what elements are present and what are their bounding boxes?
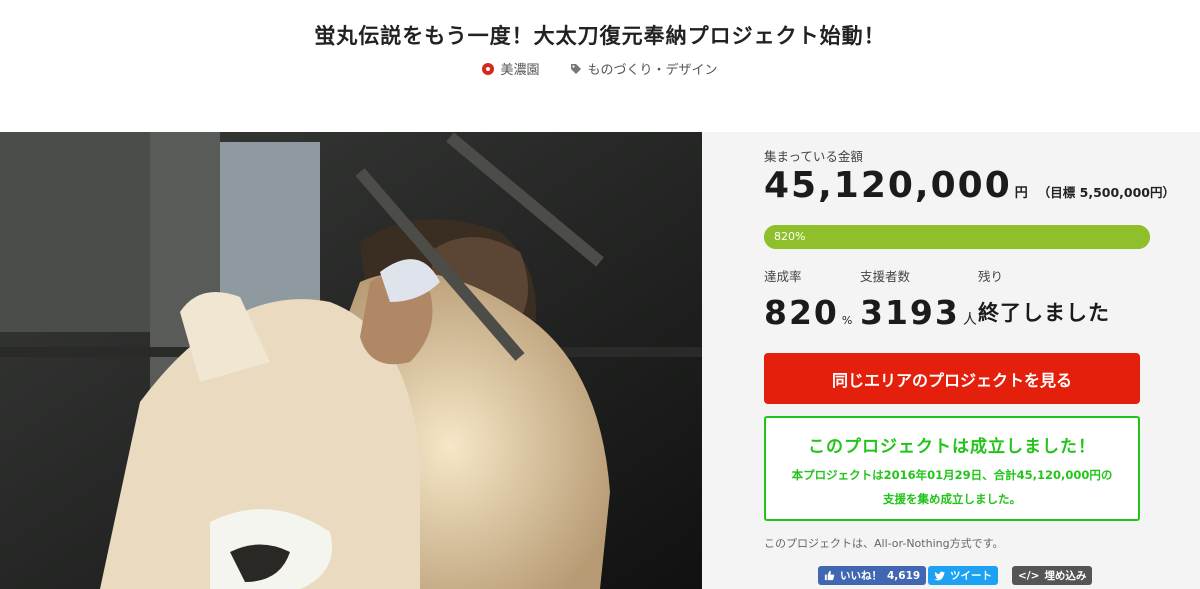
same-area-projects-button[interactable]: 同じエリアのプロジェクトを見る xyxy=(764,353,1140,404)
progress-fill xyxy=(764,225,1150,249)
backers-value: 3193 xyxy=(860,293,960,332)
progress-label: 820% xyxy=(774,230,806,243)
success-message-box: このプロジェクトは成立しました！ 本プロジェクトは2016年01月29日、合計4… xyxy=(764,416,1140,521)
success-line-1: 本プロジェクトは2016年01月29日、合計45,120,000円の xyxy=(791,468,1113,482)
time-remaining: 残り 終了しました xyxy=(978,266,1110,327)
amount-value: 45,120,000 xyxy=(764,165,1012,206)
embed-button[interactable]: </> 埋め込み xyxy=(1012,566,1093,585)
embed-label: 埋め込み xyxy=(1044,570,1087,582)
backers-unit: 人 xyxy=(962,312,977,328)
category-text: ものづくり・デザイン xyxy=(587,63,718,78)
achievement-rate: 達成率 820 % xyxy=(764,266,852,332)
project-title: 蛍丸伝説をもう一度！大太刀復元奉納プロジェクト始動！ xyxy=(314,24,886,48)
category-link[interactable]: ものづくり・デザイン xyxy=(570,59,718,78)
success-title: このプロジェクトは成立しました！ xyxy=(808,437,1096,457)
project-header: 蛍丸伝説をもう一度！大太刀復元奉納プロジェクト始動！ 美濃園 ものづくり・デザイ… xyxy=(0,0,1200,132)
rate-unit: % xyxy=(841,314,853,327)
facebook-like-button[interactable]: いいね！ 4,619 xyxy=(818,566,927,585)
project-hero-image xyxy=(0,132,702,589)
remaining-label: 残り xyxy=(978,269,1004,284)
tag-icon xyxy=(570,63,581,74)
backers-label: 支援者数 xyxy=(860,269,911,284)
remaining-value: 終了しました xyxy=(978,301,1110,325)
rate-value: 820 xyxy=(764,293,839,332)
rate-value-row: 820 % xyxy=(764,293,852,332)
thumbs-up-icon xyxy=(824,570,835,581)
rate-label: 達成率 xyxy=(764,269,802,284)
sword-forging-photo xyxy=(0,132,702,589)
backers-value-row: 3193 人 xyxy=(860,293,977,332)
facebook-count: 4,619 xyxy=(887,569,921,582)
bird-icon xyxy=(934,571,945,580)
tweet-label: ツイート xyxy=(950,570,992,582)
backers-count: 支援者数 3193 人 xyxy=(860,266,977,332)
tweet-button[interactable]: ツイート xyxy=(928,566,998,585)
amount-label: 集まっている金額 xyxy=(764,149,863,164)
project-meta: 美濃園 ものづくり・デザイン xyxy=(0,59,1200,78)
amount-row: 45,120,000 円 （目標 5,500,000円） xyxy=(764,165,1175,206)
funding-panel: 集まっている金額 45,120,000 円 （目標 5,500,000円） 82… xyxy=(702,132,1200,589)
location-link[interactable]: 美濃園 xyxy=(482,59,540,78)
amount-unit: 円 xyxy=(1014,186,1028,201)
funding-method-note: このプロジェクトは、All-or-Nothing方式です。 xyxy=(764,537,1004,550)
progress-bar: 820% xyxy=(764,225,1150,249)
code-icon: </> xyxy=(1018,569,1040,582)
facebook-label: いいね！ xyxy=(840,570,882,582)
location-text: 美濃園 xyxy=(500,63,540,78)
success-line-2: 支援を集め成立しました。 xyxy=(883,492,1021,506)
success-body: 本プロジェクトは2016年01月29日、合計45,120,000円の 支援を集め… xyxy=(766,463,1138,511)
location-pin-icon xyxy=(482,62,495,75)
goal-amount: （目標 5,500,000円） xyxy=(1037,185,1175,200)
